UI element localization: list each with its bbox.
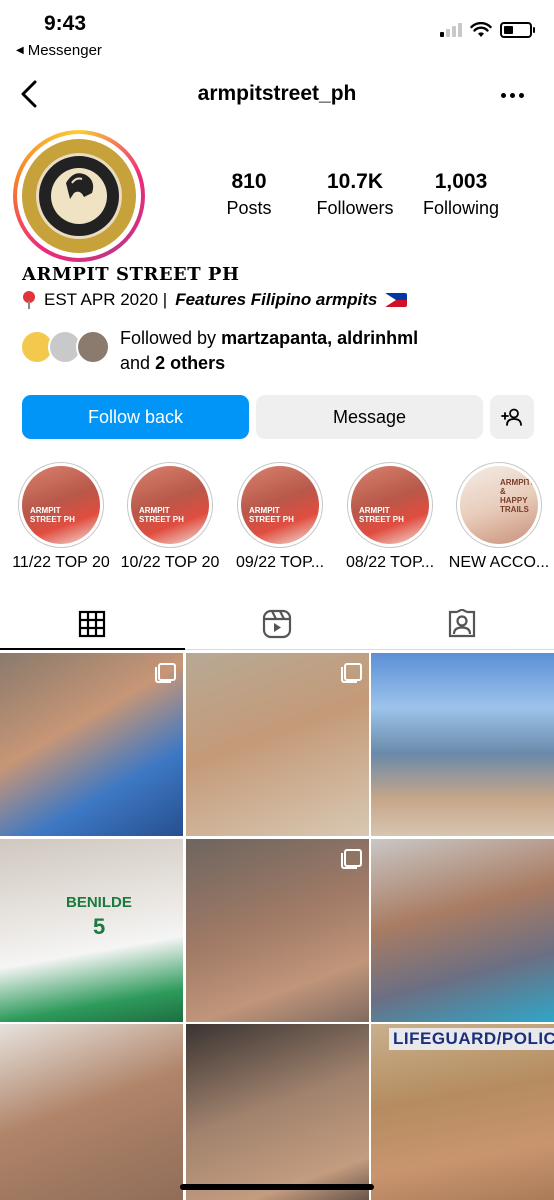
cellular-signal-icon (440, 23, 462, 37)
jersey-text: BENILDE (66, 893, 132, 911)
profile-header: armpitstreet_ph (0, 72, 554, 118)
message-button[interactable]: Message (256, 395, 483, 439)
mutual-avatars (20, 326, 110, 368)
profile-stats: 810 Posts 10.7K Followers 1,003 Followin… (196, 170, 516, 219)
back-triangle-icon: ◀ (16, 45, 24, 56)
post-thumbnail[interactable] (185, 838, 369, 1022)
highlight-item[interactable]: ARMPIT STREET PH 11/22 TOP 20 (8, 462, 114, 572)
back-app-label: Messenger (27, 42, 102, 59)
highlight-label: 11/22 TOP 20 (12, 554, 110, 571)
tab-reels[interactable] (185, 598, 370, 649)
highlight-label: 09/22 TOP... (235, 554, 325, 571)
chevron-left-icon (21, 80, 37, 108)
post-thumbnail[interactable] (0, 1024, 183, 1200)
tab-posts-grid[interactable] (0, 598, 185, 650)
bio-est-text: EST APR 2020 | (44, 290, 168, 309)
followed-by-text: Followed by martzapanta, aldrinhml and 2… (120, 328, 419, 373)
avatar (76, 330, 110, 364)
carousel-icon (155, 663, 176, 683)
status-icons (440, 22, 535, 38)
stat-following[interactable]: 1,003 Following (408, 170, 514, 219)
stat-followers[interactable]: 10.7K Followers (302, 170, 408, 219)
highlight-label: 08/22 TOP... (345, 554, 435, 571)
round-pushpin-icon (22, 291, 36, 309)
more-options-button[interactable] (498, 82, 526, 108)
posts-label: Posts (226, 198, 272, 218)
carousel-icon (340, 848, 362, 869)
status-bar: 9:43 ◀ Messenger (0, 0, 554, 64)
profile-display-name: ARMPIT STREET PH (22, 264, 240, 285)
grid-icon (79, 610, 106, 637)
back-to-messenger-link[interactable]: ◀ Messenger (16, 42, 102, 59)
tagged-icon (448, 608, 475, 637)
battery-icon (500, 22, 535, 38)
post-thumbnail[interactable] (371, 838, 554, 1022)
status-time: 9:43 (44, 12, 87, 35)
suggested-users-button[interactable] (490, 395, 534, 439)
reels-icon (262, 609, 292, 638)
post-thumbnail[interactable] (371, 653, 554, 836)
wifi-icon (470, 22, 492, 37)
profile-avatar[interactable] (13, 130, 145, 262)
stat-posts[interactable]: 810 Posts (196, 170, 302, 219)
followed-by[interactable]: Followed by martzapanta, aldrinhml and 2… (20, 326, 418, 376)
followers-label: Followers (316, 198, 394, 218)
post-thumbnail[interactable] (0, 653, 183, 836)
posts-count: 810 (231, 170, 267, 193)
highlight-label: NEW ACCO... (448, 554, 550, 571)
bio-features-text: Features Filipino armpits (175, 290, 378, 309)
carousel-icon (340, 663, 362, 683)
add-person-icon (501, 408, 522, 426)
lifeguard-sign-text: LIFEGUARD/POLICE (389, 1028, 554, 1050)
profile-username: armpitstreet_ph (197, 82, 357, 105)
highlight-item[interactable]: ARMPIT STREET PH 10/22 TOP 20 (117, 462, 223, 572)
highlight-label: 10/22 TOP 20 (120, 554, 220, 571)
follow-back-button[interactable]: Follow back (22, 395, 249, 439)
back-button[interactable] (14, 76, 44, 112)
story-highlights: ARMPIT STREET PH 11/22 TOP 20 ARMPIT STREE… (0, 462, 554, 578)
home-indicator[interactable] (180, 1184, 374, 1190)
philippines-flag-icon (385, 293, 408, 307)
following-label: Following (422, 198, 500, 218)
tab-tagged[interactable] (369, 598, 554, 649)
bio-line: EST APR 2020 | Features Filipino armpits (22, 290, 408, 310)
highlight-item[interactable]: ARMPITS & HAPPY TRAILS NEW ACCO... (446, 462, 552, 572)
post-thumbnail[interactable] (185, 1024, 369, 1200)
jersey-number: 5 (93, 913, 106, 939)
highlight-item[interactable]: ARMPIT STREET PH 08/22 TOP... (337, 462, 443, 572)
highlight-item[interactable]: ARMPIT STREET PH 09/22 TOP... (227, 462, 333, 572)
following-count: 1,003 (434, 170, 488, 193)
posts-grid: BENILDE 5 LIFEGUARD/POLICE (0, 653, 554, 1200)
post-thumbnail[interactable]: LIFEGUARD/POLICE (371, 1024, 554, 1200)
more-dots-icon (500, 92, 506, 98)
post-thumbnail[interactable]: BENILDE 5 (0, 838, 183, 1022)
post-thumbnail[interactable] (185, 653, 369, 836)
brand-logo (36, 153, 122, 239)
followers-count: 10.7K (326, 170, 384, 193)
profile-tabs (0, 598, 554, 650)
